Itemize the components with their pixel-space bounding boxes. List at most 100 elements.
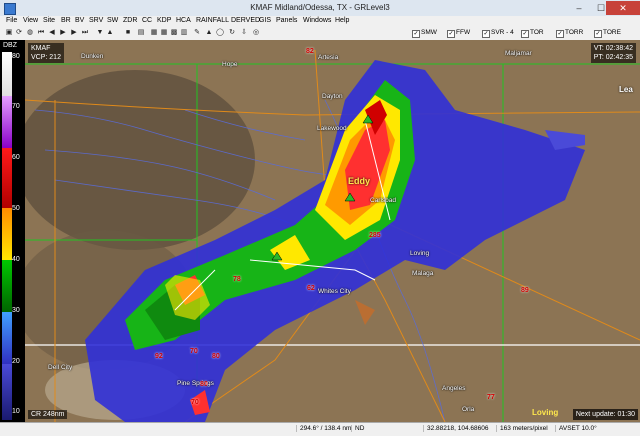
minimize-button[interactable]: – <box>568 1 590 15</box>
city-label: Dayton <box>322 93 343 100</box>
radar-map[interactable]: Dunken Hope Artesia Maljamar Dayton Lake… <box>25 40 640 422</box>
menu-zdr[interactable]: ZDR <box>123 17 137 24</box>
toggle-tore-checkbox[interactable]: ✓ <box>594 30 602 38</box>
menu-file[interactable]: File <box>6 17 17 24</box>
next-update-label: Next update: 01:30 <box>572 409 638 420</box>
city-label: Dell City <box>48 364 73 371</box>
play-icon[interactable]: ▶ <box>59 29 67 37</box>
county-label-lea: Lea <box>619 85 633 94</box>
menu-gis[interactable]: GIS <box>259 17 271 24</box>
city-label: Maljamar <box>505 50 532 57</box>
toggle-ffw-label: FFW <box>456 29 471 36</box>
step-forward-icon[interactable]: ▶ <box>70 29 78 37</box>
menu-bar: File View Site BR BV SRV SW ZDR CC KDP H… <box>0 16 640 27</box>
toggle-smw-checkbox[interactable]: ✓ <box>412 30 420 38</box>
highway-label: 92 <box>155 353 163 360</box>
scale-band-darkblue <box>2 364 12 420</box>
status-bar: 294.6° / 138.4 nm ND 32.88218, 104.68606… <box>0 422 640 436</box>
window-title: KMAF Midland/Odessa, TX - GRLevel3 <box>250 3 390 12</box>
status-avset: AVSET 10.0° <box>555 425 597 432</box>
menu-windows[interactable]: Windows <box>303 17 331 24</box>
toggle-tor-checkbox[interactable]: ✓ <box>521 30 529 38</box>
highway-label: 70 <box>191 399 199 406</box>
highway-label: 285 <box>369 232 381 239</box>
highway-label: 77 <box>487 394 495 401</box>
step-back-icon[interactable]: ◀ <box>48 29 56 37</box>
highway-label: 78 <box>233 276 241 283</box>
chart-icon[interactable]: ▥ <box>180 29 188 37</box>
city-label: Whites City <box>318 288 351 295</box>
grid-icon[interactable]: ▦ <box>160 29 168 37</box>
first-frame-icon[interactable]: ⏮ <box>37 29 45 37</box>
county-label-eddy: Eddy <box>348 176 371 186</box>
color-table-icon[interactable]: ▦ <box>150 29 158 37</box>
dbz-label: DBZ <box>3 42 17 49</box>
toggle-svr-checkbox[interactable]: ✓ <box>482 30 490 38</box>
pencil-icon[interactable]: ✎ <box>193 29 201 37</box>
title-bar: KMAF Midland/Odessa, TX - GRLevel3 – ☐ ✕ <box>0 0 640 16</box>
highway-label: 80 <box>200 381 208 388</box>
highway-label: 80 <box>212 353 220 360</box>
menu-hca[interactable]: HCA <box>176 17 191 24</box>
globe-alt-icon[interactable]: ◎ <box>252 29 260 37</box>
pt-text: PT: 02:42:35 <box>593 54 633 61</box>
toggle-torr-label: TORR <box>565 29 584 36</box>
close-button[interactable]: ✕ <box>606 1 640 15</box>
product-label: CR 248nm <box>28 410 68 419</box>
menu-help[interactable]: Help <box>335 17 349 24</box>
city-label: Lakewood <box>317 125 347 132</box>
city-label: Orla <box>462 406 475 413</box>
county-label-loving: Loving <box>532 408 559 417</box>
menu-sw[interactable]: SW <box>107 17 118 24</box>
scale-band-red <box>2 148 12 208</box>
menu-derved[interactable]: DERVED <box>231 17 260 24</box>
tilt-up-icon[interactable]: ▲ <box>106 29 114 37</box>
highway-label: 62 <box>307 285 315 292</box>
scale-tick-70: 70 <box>12 103 20 110</box>
menu-br[interactable]: BR <box>61 17 71 24</box>
status-resolution: 163 meters/pixel <box>496 425 548 432</box>
stop-icon[interactable]: ■ <box>124 29 132 37</box>
city-label: Angeles <box>442 385 466 392</box>
menu-site[interactable]: Site <box>43 17 55 24</box>
volume-time-info: VT: 02:38:42 PT: 02:42:35 <box>590 43 636 63</box>
menu-srv[interactable]: SRV <box>89 17 103 24</box>
warning-triangle-icon[interactable]: ▲ <box>205 29 213 37</box>
menu-bv[interactable]: BV <box>75 17 84 24</box>
city-label: Artesia <box>318 54 339 61</box>
scale-tick-50: 50 <box>12 205 20 212</box>
status-azimuth: 294.6° / 138.4 nm <box>296 425 351 432</box>
last-frame-icon[interactable]: ⏭ <box>81 29 89 37</box>
city-label: Hope <box>222 61 238 68</box>
open-icon[interactable]: ▣ <box>5 29 13 37</box>
menu-kdp[interactable]: KDP <box>157 17 171 24</box>
reload-icon[interactable]: ⟳ <box>15 29 23 37</box>
toggle-torr-checkbox[interactable]: ✓ <box>556 30 564 38</box>
layers-icon[interactable]: ▤ <box>137 29 145 37</box>
menu-rainfall[interactable]: RAINFALL <box>196 17 229 24</box>
scale-band-blue <box>2 312 12 364</box>
toggle-svr-label: SVR - 4 <box>491 29 514 36</box>
image-icon[interactable]: ▩ <box>170 29 178 37</box>
status-nd: ND <box>351 425 364 432</box>
toggle-ffw-checkbox[interactable]: ✓ <box>447 30 455 38</box>
city-label: Malaga <box>412 270 434 277</box>
circle-icon[interactable]: ◯ <box>216 29 224 37</box>
scale-tick-10: 10 <box>12 408 20 415</box>
toolbar: ▣ ⟳ ◍ ⏮ ◀ ▶ ▶ ⏭ ▼ ▲ ■ ▤ ▦ ▦ ▩ ▥ ✎ ▲ ◯ ↻ … <box>0 27 640 41</box>
status-coords: 32.88218, 104.68606 <box>423 425 488 432</box>
globe-icon[interactable]: ◍ <box>26 29 34 37</box>
city-label: Dunken <box>81 53 104 60</box>
scale-tick-60: 60 <box>12 154 20 161</box>
refresh-icon[interactable]: ↻ <box>228 29 236 37</box>
tilt-down-icon[interactable]: ▼ <box>96 29 104 37</box>
menu-panels[interactable]: Panels <box>276 17 297 24</box>
vt-text: VT: 02:38:42 <box>593 45 633 52</box>
download-icon[interactable]: ⇩ <box>240 29 248 37</box>
city-label: Carlsbad <box>370 197 397 204</box>
menu-cc[interactable]: CC <box>142 17 152 24</box>
highway-label: 70 <box>190 348 198 355</box>
highway-label: 82 <box>306 48 314 55</box>
menu-view[interactable]: View <box>23 17 38 24</box>
toggle-tor-label: TOR <box>530 29 544 36</box>
